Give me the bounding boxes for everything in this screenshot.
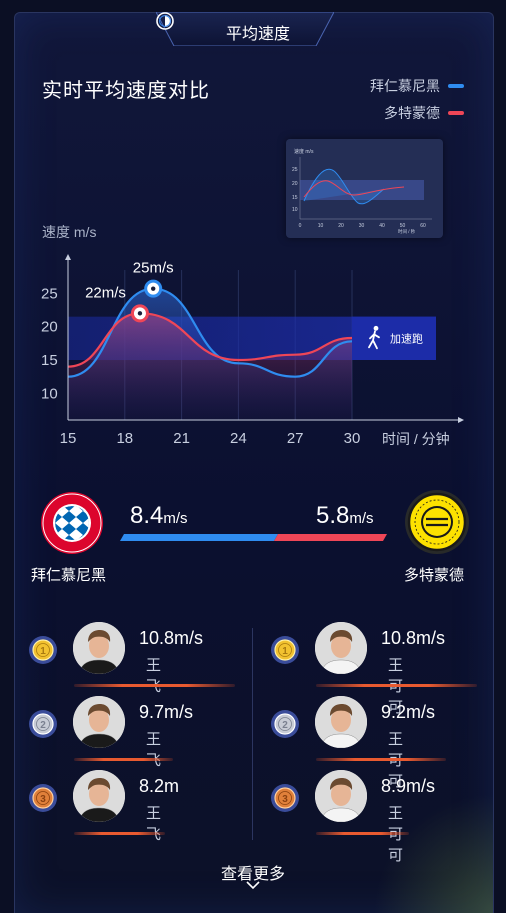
- peak-label-home: 25m/s: [133, 260, 174, 277]
- player-speed-line: [74, 684, 235, 687]
- player-speed: 8.2m: [139, 776, 180, 796]
- silver-medal-icon: 2: [29, 710, 57, 738]
- player-speed-line: [74, 758, 173, 761]
- home-speed-unit: m/s: [163, 510, 188, 527]
- medal-rank: 2: [40, 720, 46, 731]
- half-circle-icon: [156, 12, 174, 30]
- speed-comparison-bar: [120, 534, 387, 541]
- player-speed: 9.7m/s: [139, 702, 194, 722]
- bronze-medal-icon: 3: [29, 784, 57, 812]
- home-avg-speed: 8.4m/s: [130, 502, 188, 530]
- medal-rank: 3: [282, 794, 288, 805]
- x-tick-label: 21: [173, 430, 190, 447]
- player-avatar: [73, 696, 125, 748]
- chart-xlabel: 时间 / 分钟: [382, 431, 450, 447]
- away-avg-speed: 5.8m/s: [316, 502, 374, 530]
- mini-chart-svg: 速度 m/s 10152025 0 10 20 30 40 50 60 时间 / 秒: [292, 148, 432, 235]
- mini-y-tick: 15: [292, 195, 298, 201]
- acceleration-band-label: 加速跑: [390, 331, 423, 345]
- away-speed-unit: m/s: [349, 510, 374, 527]
- ranking-divider: [252, 628, 253, 840]
- mini-x-tick: 40: [379, 223, 385, 229]
- player-avatar: [315, 770, 367, 822]
- silver-medal-icon: 2: [271, 710, 299, 738]
- y-axis-arrow: [65, 254, 71, 260]
- bronze-medal-icon: 3: [271, 784, 299, 812]
- legend-item-away: 多特蒙德: [384, 103, 464, 123]
- section-tab[interactable]: 平均速度: [156, 12, 334, 46]
- peak-label-away: 22m/s: [85, 284, 126, 301]
- x-tick-label: 15: [60, 430, 77, 447]
- mini-y-tick: 25: [292, 167, 298, 173]
- y-tick-label: 20: [41, 319, 58, 336]
- mini-y-tick: 20: [292, 181, 298, 187]
- player-name: 王飞: [146, 731, 162, 769]
- card-title: 实时平均速度对比: [42, 80, 210, 102]
- dortmund-logo: [404, 489, 470, 560]
- mini-ylabel: 速度 m/s: [294, 148, 314, 155]
- legend-label-away: 多特蒙德: [384, 105, 440, 121]
- mini-x-tick: 20: [338, 223, 344, 229]
- player-speed-line: [316, 684, 477, 687]
- player-speed: 8.9m/s: [381, 776, 436, 796]
- legend-label-home: 拜仁慕尼黑: [370, 78, 440, 94]
- y-tick-label: 10: [41, 385, 58, 402]
- mini-xlabel: 时间 / 秒: [398, 228, 416, 235]
- away-speed-value: 5.8: [316, 502, 350, 529]
- mini-x-tick: 0: [299, 223, 302, 229]
- player-speed-line: [316, 758, 446, 761]
- player-avatar: [315, 696, 367, 748]
- player-speed-line: [316, 832, 409, 835]
- tab-title: 平均速度: [226, 26, 291, 43]
- chevron-down-icon[interactable]: [246, 880, 260, 890]
- x-tick-label: 18: [116, 430, 133, 447]
- medal-rank: 2: [282, 720, 288, 731]
- player-speed: 10.8m/s: [381, 628, 446, 648]
- home-team-name: 拜仁慕尼黑: [31, 567, 107, 584]
- player-speed-line: [74, 832, 165, 835]
- legend-swatch-away: [448, 111, 464, 115]
- home-speed-bar: [120, 534, 278, 541]
- player-name: 王飞: [146, 805, 162, 843]
- bayern-logo: [40, 491, 104, 560]
- mini-chart-thumbnail[interactable]: 速度 m/s 10 15 20 25 0 10 20 30 40 50 60 时间 / 秒: [286, 139, 443, 238]
- mini-x-tick: 30: [359, 223, 365, 229]
- x-axis-arrow: [458, 417, 464, 423]
- chart-ylabel: 速度 m/s: [42, 224, 97, 240]
- y-tick-label: 25: [41, 285, 58, 302]
- mini-x-tick: 10: [318, 223, 324, 229]
- runner-head: [373, 325, 379, 331]
- player-speed: 9.2m/s: [381, 702, 436, 722]
- home-speed-value: 8.4: [130, 502, 164, 529]
- mini-x-tick: 60: [420, 223, 426, 229]
- away-team-name: 多特蒙德: [404, 567, 465, 584]
- player-speed: 10.8m/s: [139, 628, 204, 648]
- player-avatar: [315, 622, 367, 674]
- away-speed-bar: [274, 534, 387, 541]
- gold-medal-icon: 1: [271, 636, 299, 664]
- x-tick-label: 27: [287, 430, 304, 447]
- peak-marker-dot: [137, 311, 143, 316]
- player-name: 王飞: [146, 657, 162, 695]
- speed-line-chart: 加速跑 15 18 21 24 27 30 10 15 20 25 25m/s 22m/s: [41, 254, 464, 447]
- gold-medal-icon: 1: [29, 636, 57, 664]
- player-avatar: [73, 770, 125, 822]
- legend-item-home: 拜仁慕尼黑: [370, 76, 464, 96]
- x-tick-label: 24: [230, 430, 247, 447]
- legend-swatch-home: [448, 84, 464, 88]
- y-tick-label: 15: [41, 352, 58, 369]
- medal-rank: 1: [40, 646, 46, 657]
- medal-rank: 1: [282, 646, 288, 657]
- medal-rank: 3: [40, 794, 46, 805]
- peak-marker-dot: [151, 286, 156, 291]
- player-avatar: [73, 622, 125, 674]
- x-tick-label: 30: [344, 430, 361, 447]
- mini-y-tick: 10: [292, 207, 298, 213]
